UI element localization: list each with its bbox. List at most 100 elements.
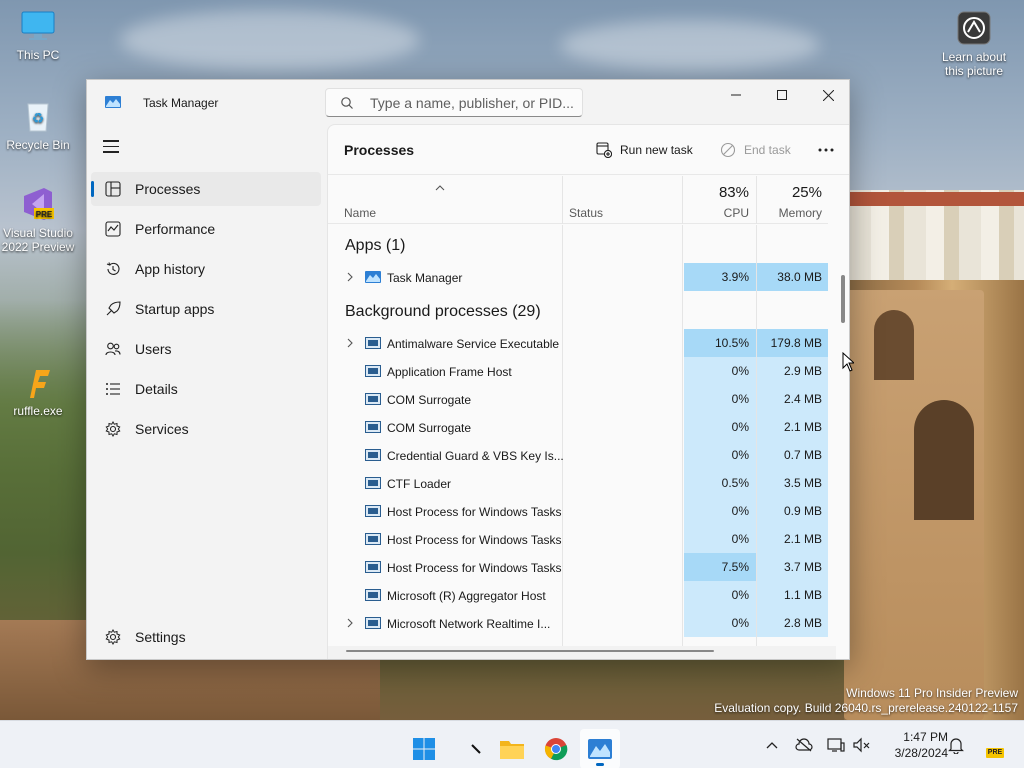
process-window-icon <box>365 421 381 433</box>
task-manager-icon <box>365 271 381 283</box>
window-title: Task Manager <box>143 96 219 110</box>
column-header-status[interactable]: Status <box>569 206 603 220</box>
memory-value: 179.8 MB <box>757 329 828 357</box>
cpu-value: 7.5% <box>684 553 756 581</box>
search-button[interactable] <box>456 729 496 768</box>
clock[interactable]: 1:47 PM 3/28/2024 <box>880 729 948 761</box>
start-button[interactable] <box>404 729 444 768</box>
sidebar-item-details[interactable]: Details <box>91 372 321 406</box>
sidebar-item-users[interactable]: Users <box>91 332 321 366</box>
wallpaper-arch <box>874 310 914 380</box>
column-header-cpu[interactable]: CPU <box>684 206 749 220</box>
folder-icon <box>500 741 524 759</box>
sidebar-item-label: Details <box>135 381 178 397</box>
desktop-icon-this-pc[interactable]: This PC <box>0 8 78 62</box>
notifications-button[interactable] <box>946 735 966 755</box>
process-name: Credential Guard & VBS Key Is... <box>387 449 564 463</box>
desktop-icon-ruffle[interactable]: ruffle.exe <box>0 364 78 418</box>
task-manager-window: Task Manager Processes <box>86 79 850 660</box>
sidebar-item-label: Users <box>135 341 172 357</box>
table-row[interactable]: Host Process for Windows Tasks 0% 2.1 MB <box>328 525 828 553</box>
memory-value: 0.9 MB <box>757 497 828 525</box>
memory-value: 3.7 MB <box>757 553 828 581</box>
clock-time: 1:47 PM <box>903 730 948 744</box>
chevron-right-icon[interactable] <box>346 617 354 628</box>
sidebar-item-app-history[interactable]: App history <box>91 252 321 286</box>
table-row[interactable]: Host Process for Windows Tasks 7.5% 3.7 … <box>328 553 828 581</box>
title-bar[interactable]: Task Manager <box>87 80 849 124</box>
desktop-icon-visual-studio[interactable]: PRE Visual Studio 2022 Preview <box>0 186 78 254</box>
desktop-icon-label: Recycle Bin <box>6 138 70 152</box>
cpu-total-percent: 83% <box>718 184 749 201</box>
sidebar-item-settings[interactable]: Settings <box>91 620 321 654</box>
sidebar-item-processes[interactable]: Processes <box>91 172 321 206</box>
sort-ascending-icon[interactable] <box>435 180 445 194</box>
column-header-name[interactable]: Name <box>344 206 376 220</box>
search-box[interactable] <box>325 88 583 117</box>
maximize-button[interactable] <box>759 80 805 110</box>
table-row[interactable]: Host Process for Windows Tasks 0% 0.9 MB <box>328 497 828 525</box>
users-icon <box>105 341 121 357</box>
active-indicator <box>91 181 94 197</box>
file-explorer-button[interactable] <box>492 729 532 768</box>
cpu-value: 0% <box>684 609 756 637</box>
horizontal-scrollbar[interactable] <box>346 650 714 652</box>
process-name: Host Process for Windows Tasks <box>387 505 562 519</box>
horizontal-scrollbar-track <box>328 646 836 659</box>
wallpaper-cloud <box>120 10 420 70</box>
processes-panel: Processes Run new task End task Name Sta… <box>327 124 849 659</box>
desktop-icon-learn-about-picture[interactable]: Learn about this picture <box>934 10 1014 78</box>
network-button[interactable] <box>794 735 814 755</box>
minimize-button[interactable] <box>713 80 759 110</box>
more-icon <box>818 148 834 152</box>
taskbar: 1:47 PM 3/28/2024 PRE <box>0 720 1024 768</box>
column-header-memory[interactable]: Memory <box>757 206 822 220</box>
more-options-button[interactable] <box>816 139 836 161</box>
active-app-indicator <box>596 763 604 766</box>
end-task-icon <box>720 142 736 158</box>
toolbar: Processes Run new task End task <box>328 125 849 175</box>
chevron-right-icon[interactable] <box>346 337 354 348</box>
search-input[interactable] <box>370 93 575 113</box>
process-list: Apps (1) Task Manager 3.9% 38.0 MB Backg… <box>328 225 828 650</box>
vertical-scrollbar[interactable] <box>841 275 845 323</box>
table-row[interactable]: Microsoft Network Realtime I... 0% 2.8 M… <box>328 609 828 637</box>
task-manager-taskbar-button[interactable] <box>580 729 620 768</box>
volume-button[interactable] <box>852 735 872 755</box>
desktop-icon-recycle-bin[interactable]: ♻ Recycle Bin <box>0 98 78 152</box>
chevron-right-icon[interactable] <box>346 271 354 282</box>
watermark-line: Windows 11 Pro Insider Preview <box>846 686 1018 700</box>
cpu-value: 10.5% <box>684 329 756 357</box>
process-window-icon <box>365 337 381 349</box>
table-row[interactable]: Microsoft (R) Aggregator Host 0% 1.1 MB <box>328 581 828 609</box>
hamburger-menu-icon[interactable] <box>103 140 119 154</box>
run-task-icon <box>596 142 612 158</box>
table-row[interactable]: Antimalware Service Executable 10.5% 179… <box>328 329 828 357</box>
run-new-task-button[interactable]: Run new task <box>596 139 693 161</box>
sidebar: Processes Performance App history Startu… <box>87 124 325 659</box>
memory-value: 38.0 MB <box>757 263 828 291</box>
display-button[interactable] <box>826 735 846 755</box>
end-task-button[interactable]: End task <box>720 139 791 161</box>
table-row[interactable]: COM Surrogate 0% 2.4 MB <box>328 385 828 413</box>
table-row[interactable]: CTF Loader 0.5% 3.5 MB <box>328 469 828 497</box>
cpu-value: 0% <box>684 413 756 441</box>
close-icon <box>822 89 834 101</box>
sidebar-item-label: Startup apps <box>135 301 215 317</box>
table-row[interactable]: COM Surrogate 0% 2.1 MB <box>328 413 828 441</box>
sidebar-item-performance[interactable]: Performance <box>91 212 321 246</box>
table-row[interactable]: Task Manager 3.9% 38.0 MB <box>328 263 828 291</box>
sidebar-item-label: Services <box>135 421 189 437</box>
process-window-icon <box>365 561 381 573</box>
table-row[interactable]: Credential Guard & VBS Key Is... 0% 0.7 … <box>328 441 828 469</box>
sidebar-item-startup-apps[interactable]: Startup apps <box>91 292 321 326</box>
page-title: Processes <box>344 142 415 158</box>
table-row[interactable]: Application Frame Host 0% 2.9 MB <box>328 357 828 385</box>
close-button[interactable] <box>805 80 849 110</box>
ruffle-icon <box>20 364 56 400</box>
chrome-icon <box>544 738 568 761</box>
chrome-button[interactable] <box>536 729 576 768</box>
sidebar-item-services[interactable]: Services <box>91 412 321 446</box>
show-hidden-icons-button[interactable] <box>762 735 782 755</box>
windows-logo-icon <box>413 738 435 760</box>
